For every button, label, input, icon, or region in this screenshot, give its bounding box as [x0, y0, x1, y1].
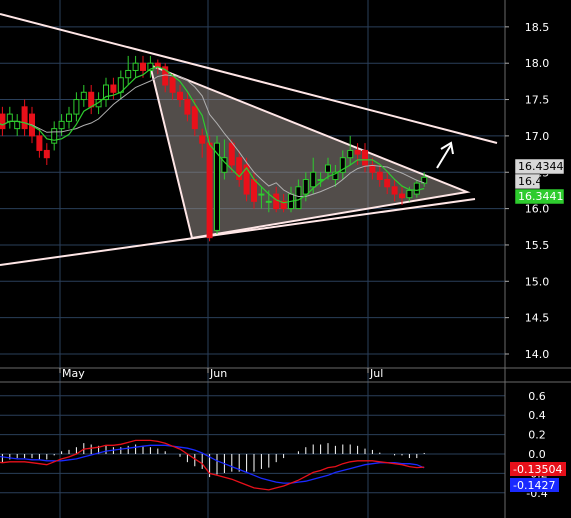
candle-body — [206, 142, 213, 239]
macd-y-tick-label: 0.6 — [528, 390, 546, 403]
candle-body — [184, 99, 191, 115]
candle-body — [80, 91, 87, 101]
candle-body — [376, 171, 383, 181]
macd-y-tick-label: 0.0 — [528, 448, 546, 461]
y-tick-label: 14.5 — [525, 312, 550, 325]
candle-body — [325, 164, 331, 173]
y-tick-label: 17.5 — [525, 94, 550, 107]
candle-body — [125, 69, 132, 79]
candle-body — [58, 120, 65, 130]
candle-body — [140, 62, 146, 71]
price-tag-label: 16.4344 — [518, 160, 564, 173]
candle-body — [258, 193, 265, 196]
candle-body — [191, 106, 198, 130]
candle-body — [302, 179, 309, 195]
y-tick-label: 17.0 — [525, 130, 550, 143]
macd-value-tag-label: -0.13504 — [513, 463, 562, 476]
macd-y-tick-label: 0.4 — [528, 409, 546, 422]
candle-body — [384, 179, 391, 188]
y-tick-label: 18.5 — [525, 21, 550, 34]
candle-body — [6, 113, 13, 122]
candle-body — [391, 186, 398, 195]
candle-body — [21, 106, 28, 130]
y-tick-label: 16.0 — [525, 203, 550, 216]
y-tick-label: 14.0 — [525, 348, 550, 361]
candle-body — [354, 149, 361, 155]
candle-body — [199, 135, 206, 144]
candle-body — [14, 120, 21, 130]
candle-body — [399, 193, 405, 199]
y-tick-label: 15.0 — [525, 275, 550, 288]
candle-body — [132, 62, 139, 71]
candle-body — [73, 99, 80, 115]
y-tick-label: 18.0 — [525, 57, 550, 70]
candle-body — [295, 186, 302, 210]
x-tick-label: Jun — [209, 367, 227, 380]
candle-body — [251, 179, 257, 202]
y-tick-label: 15.5 — [525, 239, 550, 252]
macd-y-tick-label: 0.2 — [528, 429, 546, 442]
candle-body — [362, 149, 368, 166]
stock-chart: 14.014.515.015.516.016.517.017.518.018.5… — [0, 0, 571, 518]
candle-body — [406, 189, 413, 199]
candle-body — [347, 149, 354, 159]
candle-body — [110, 84, 117, 93]
candle-body — [169, 77, 176, 93]
candle-body — [66, 113, 72, 122]
candle-body — [177, 91, 183, 101]
candle-body — [0, 113, 6, 130]
candle-body — [228, 142, 235, 166]
x-tick-label: May — [62, 367, 85, 380]
price-tag-label: 16.3441 — [518, 190, 564, 203]
candle-body — [43, 149, 50, 159]
macd-value-tag-label: -0.1427 — [513, 479, 555, 492]
candle-body — [310, 171, 317, 188]
price-tag-label: 16.4 — [518, 175, 543, 188]
candle-body — [36, 135, 43, 151]
candle-body — [273, 193, 280, 210]
candle-body — [88, 91, 95, 108]
candle-body — [413, 182, 420, 195]
candle-body — [265, 200, 272, 203]
x-tick-label: Jul — [369, 367, 383, 380]
candle-body — [51, 128, 58, 144]
chart-background — [0, 0, 571, 518]
